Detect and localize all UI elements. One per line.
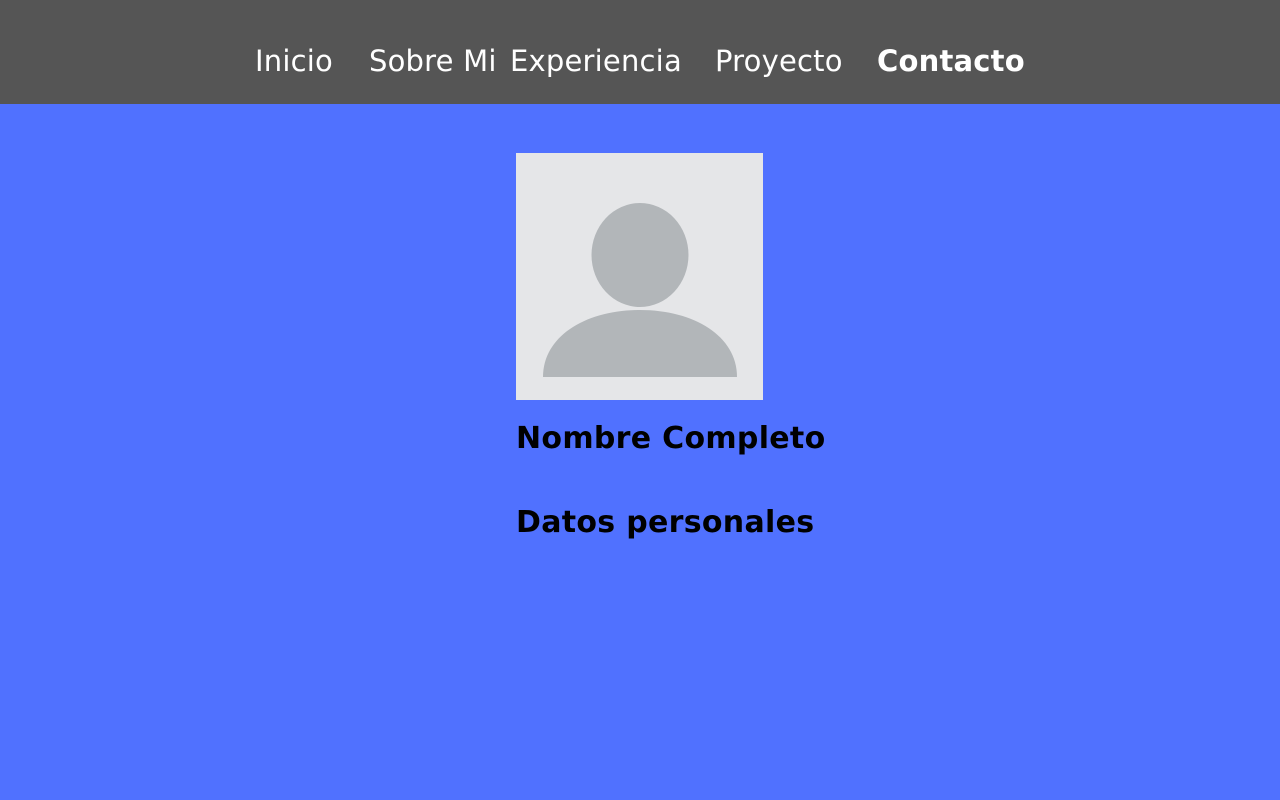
- nav-item-sobre-mi[interactable]: Sobre Mi: [369, 41, 497, 81]
- nav-item-proyecto[interactable]: Proyecto: [715, 41, 843, 81]
- full-name-heading: Nombre Completo: [516, 421, 826, 456]
- user-placeholder-icon: [543, 203, 737, 377]
- nav-item-experiencia[interactable]: Experiencia: [510, 41, 682, 81]
- nav-item-inicio[interactable]: Inicio: [255, 41, 333, 81]
- avatar: [516, 153, 763, 400]
- nav-item-contacto[interactable]: Contacto: [877, 41, 1025, 81]
- profile-card: [516, 153, 763, 400]
- personal-data-heading: Datos personales: [516, 505, 815, 540]
- top-navbar: Inicio Sobre Mi Experiencia Proyecto Con…: [0, 0, 1280, 104]
